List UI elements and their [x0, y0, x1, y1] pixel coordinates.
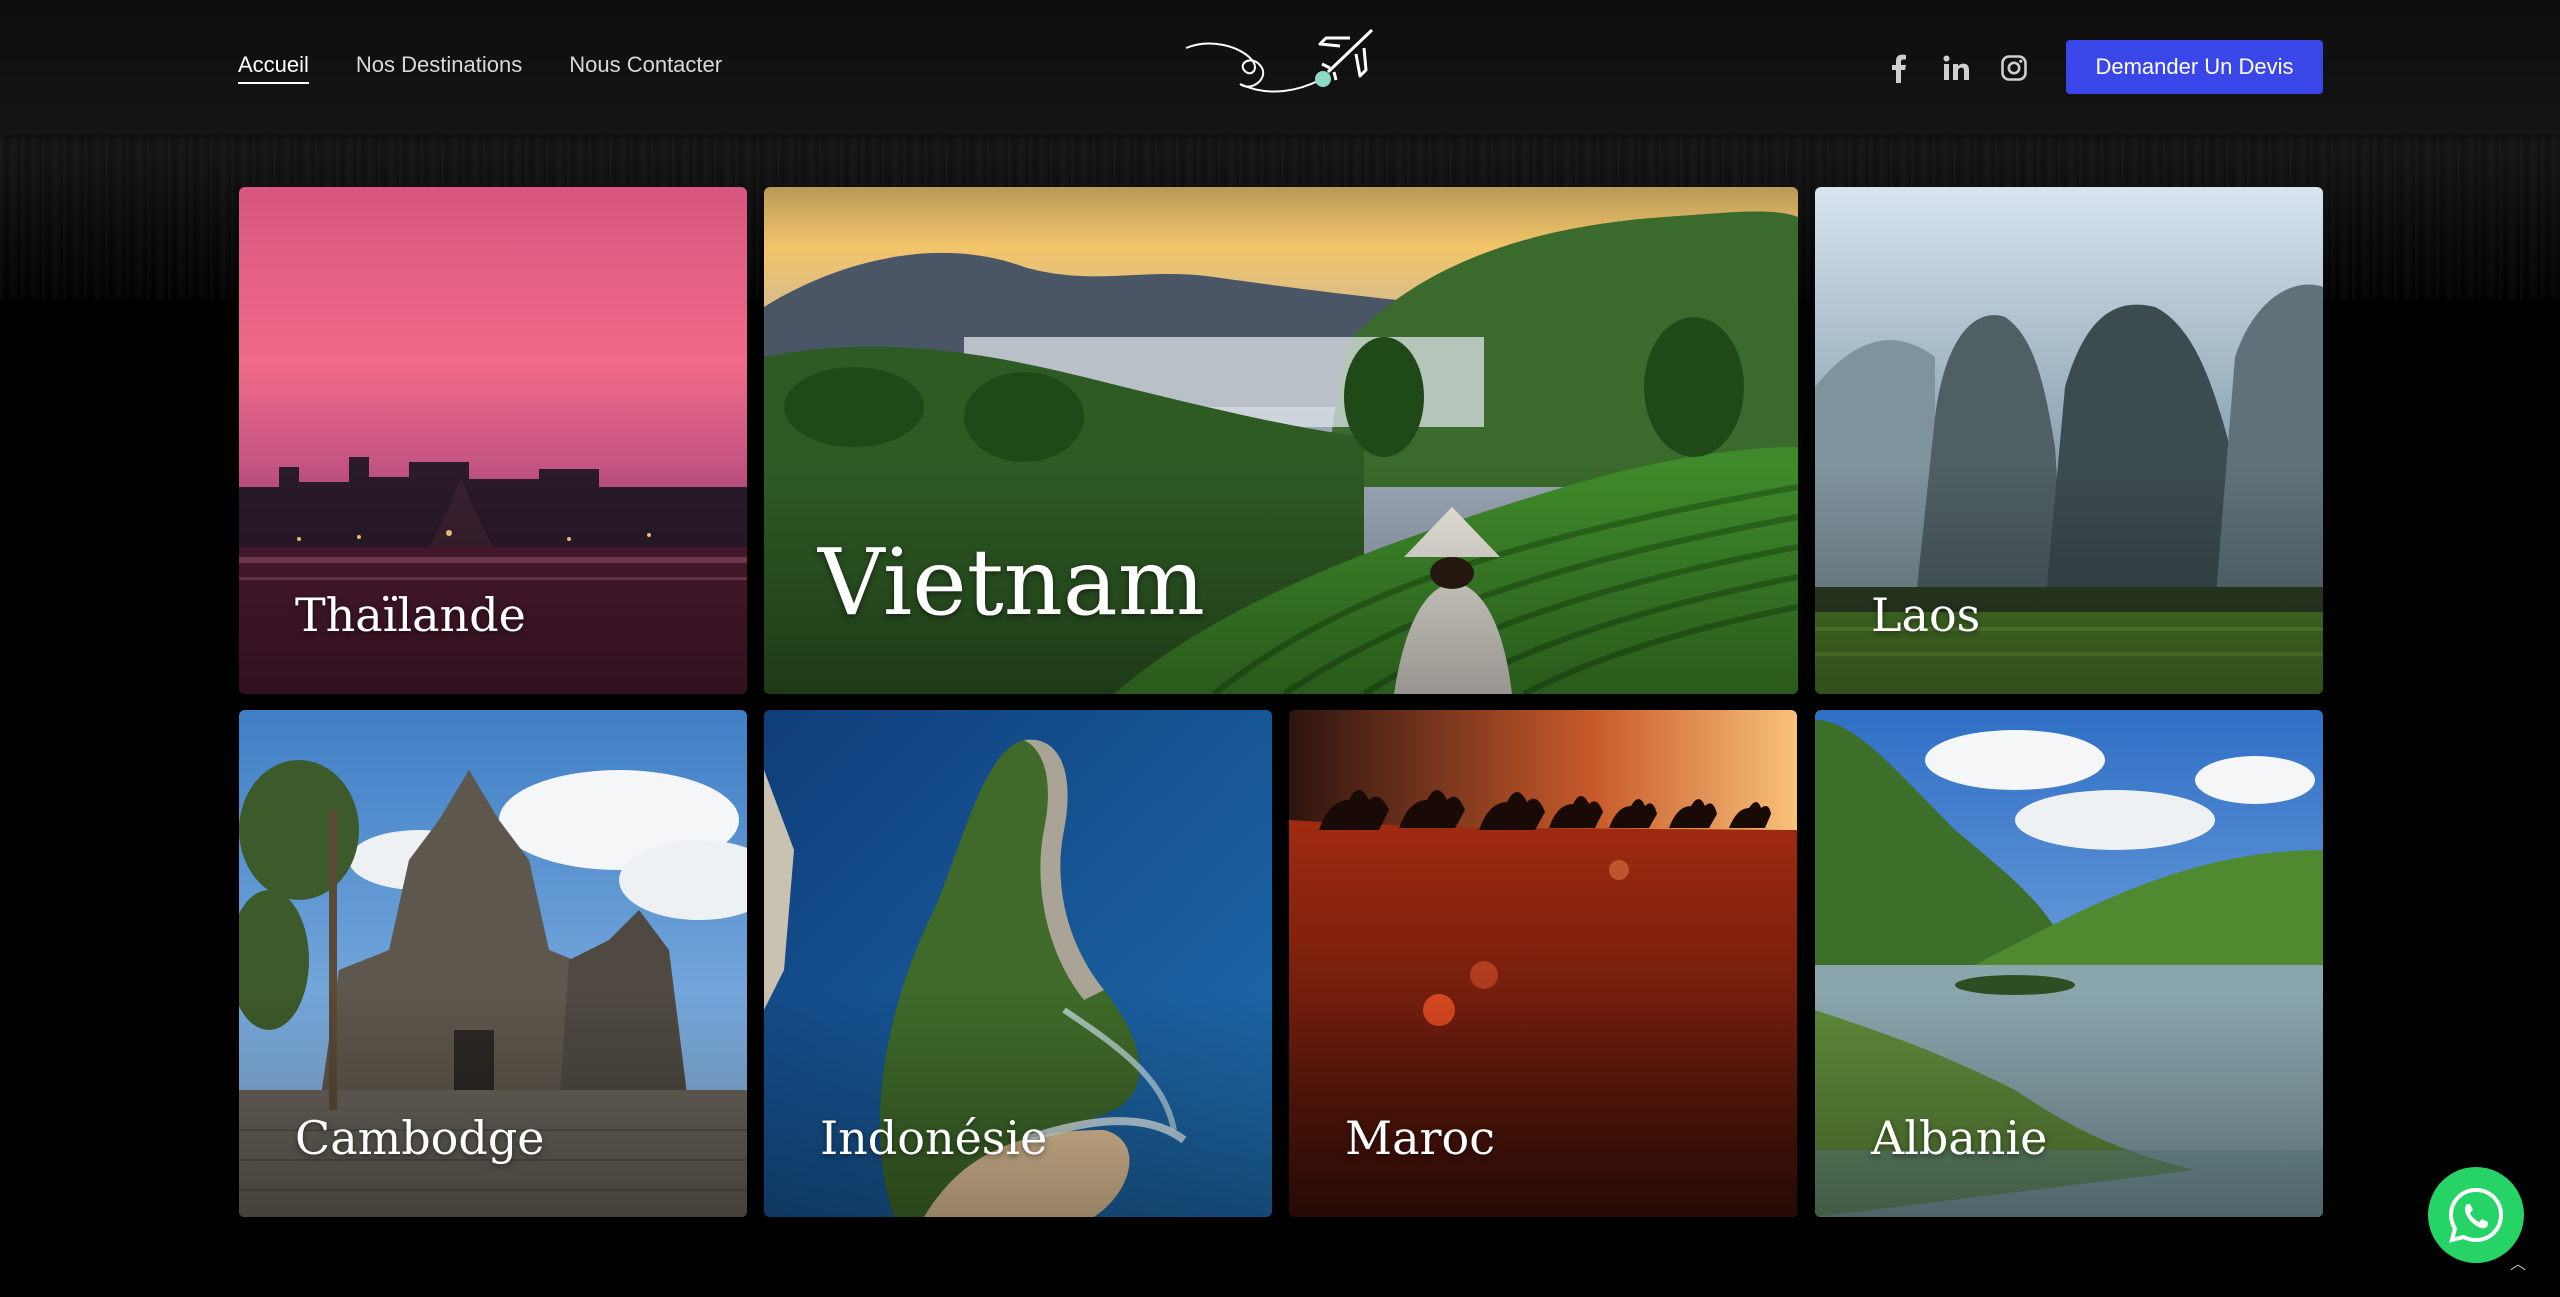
social-links [1880, 50, 2032, 86]
destination-label: Thaïlande [295, 588, 526, 642]
destination-label: Maroc [1345, 1111, 1495, 1165]
card-shade [239, 465, 747, 694]
destinations-grid: Thaïlande Vietnam Laos Cambodge Indonési… [239, 187, 2323, 1217]
card-shade [1289, 988, 1797, 1217]
whatsapp-icon[interactable] [2428, 1167, 2524, 1263]
destination-card-maroc[interactable]: Maroc [1289, 710, 1797, 1217]
destination-card-indonesie[interactable]: Indonésie [764, 710, 1272, 1217]
card-shade [1815, 988, 2323, 1217]
card-shade [764, 988, 1272, 1217]
destination-card-laos[interactable]: Laos [1815, 187, 2323, 694]
destination-label: Cambodge [295, 1111, 545, 1165]
destination-card-vietnam[interactable]: Vietnam [764, 187, 1798, 694]
destination-label: Albanie [1871, 1111, 2048, 1165]
destination-label: Vietnam [818, 529, 1206, 636]
nav-item-contact[interactable]: Nous Contacter [569, 52, 722, 84]
destination-card-albanie[interactable]: Albanie [1815, 710, 2323, 1217]
chevron-up-icon[interactable]: ︿ [2510, 1250, 2528, 1273]
airplane-logo-icon[interactable] [1180, 24, 1380, 106]
nav-item-destinations[interactable]: Nos Destinations [356, 52, 522, 84]
facebook-icon[interactable] [1880, 50, 1916, 86]
request-quote-button[interactable]: Demander Un Devis [2066, 40, 2323, 94]
card-shade [1815, 465, 2323, 694]
destination-label: Laos [1871, 588, 1981, 642]
destination-card-cambodge[interactable]: Cambodge [239, 710, 747, 1217]
instagram-icon[interactable] [1996, 50, 2032, 86]
linkedin-icon[interactable] [1938, 50, 1974, 86]
nav-item-accueil[interactable]: Accueil [238, 52, 309, 84]
destination-label: Indonésie [820, 1111, 1048, 1165]
main-nav: Accueil Nos Destinations Nous Contacter [238, 52, 722, 84]
card-shade [239, 988, 747, 1217]
destination-card-thailande[interactable]: Thaïlande [239, 187, 747, 694]
site-header: Accueil Nos Destinations Nous Contacter … [0, 0, 2560, 135]
